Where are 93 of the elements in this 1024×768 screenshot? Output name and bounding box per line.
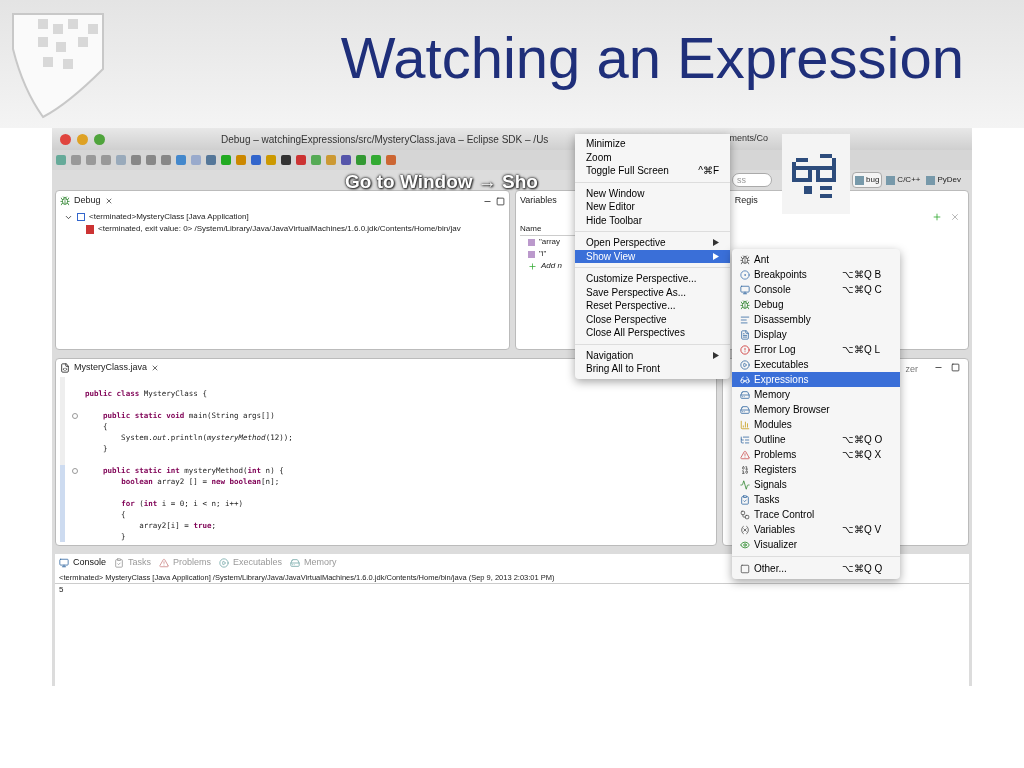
checklist-icon xyxy=(740,494,750,505)
zoom-button[interactable] xyxy=(94,133,105,145)
checklist-icon xyxy=(114,558,125,568)
close-icon[interactable] xyxy=(104,197,113,205)
add-expression[interactable]: Add n xyxy=(541,260,562,272)
menu-item[interactable]: Error Log ⌥⌘Q L xyxy=(732,342,900,357)
menu-item[interactable]: New Window xyxy=(575,186,730,200)
shortcut-label: ⌥⌘Q C xyxy=(842,283,883,297)
menu-item[interactable]: Customize Perspective... xyxy=(575,272,730,286)
menu-item[interactable]: Outline ⌥⌘Q O xyxy=(732,432,900,447)
menu-item[interactable]: New Editor xyxy=(575,200,730,214)
file-icon xyxy=(60,363,70,373)
menu-item[interactable]: Debug xyxy=(732,297,900,312)
dots-icon xyxy=(740,269,750,280)
menu-item[interactable]: Close All Perspectives xyxy=(575,326,730,340)
monitor-icon xyxy=(740,284,750,295)
play-icon xyxy=(219,558,230,568)
perspective-button[interactable]: PyDev xyxy=(924,172,964,188)
tree-icon xyxy=(740,434,750,445)
monitor-icon xyxy=(59,558,69,568)
glasses-icon xyxy=(740,374,750,385)
plus-icon[interactable] xyxy=(932,212,942,222)
shortcut-label: ⌥⌘Q O xyxy=(842,433,884,447)
alert-icon xyxy=(740,344,750,355)
tree-item[interactable]: <terminated, exit value: 0> /System/Library/Java/JavaVirtualMachines/1.6.0.jdk/Contents/Home/bin/jav xyxy=(98,223,461,235)
bug-icon xyxy=(60,196,70,206)
menu-item[interactable]: Show View xyxy=(575,249,730,263)
menu-item[interactable]: Zoom xyxy=(575,150,730,164)
menu-item[interactable]: Variables ⌥⌘Q V xyxy=(732,522,900,537)
shortcut-label: ⌥⌘Q B xyxy=(842,268,883,282)
shortcut-label: ^⌘F xyxy=(698,164,719,179)
workflow-icon xyxy=(740,509,750,520)
menu-item[interactable]: Trace Control xyxy=(732,507,900,522)
menu-item[interactable]: Ant xyxy=(732,252,900,267)
menu-item[interactable]: Signals xyxy=(732,477,900,492)
menu-item[interactable]: Reset Perspective... xyxy=(575,299,730,313)
menu-item[interactable]: Save Perspective As... xyxy=(575,285,730,299)
menu-item[interactable]: Bring All to Front xyxy=(575,362,730,376)
maximize-icon[interactable] xyxy=(496,196,505,206)
perspective-button[interactable]: C/C++ xyxy=(884,172,923,188)
menu-item[interactable]: Modules xyxy=(732,417,900,432)
bug-icon xyxy=(740,299,750,310)
annotation-text: Go to Window → Sho xyxy=(345,170,538,194)
menu-item[interactable]: Visualizer xyxy=(732,537,900,552)
menu-item[interactable]: Breakpoints ⌥⌘Q B xyxy=(732,267,900,282)
console-output: 5 xyxy=(58,584,65,597)
view-tab[interactable]: Console xyxy=(59,556,107,570)
menu-item[interactable]: Close Perspective xyxy=(575,312,730,326)
chart-icon xyxy=(740,419,750,430)
shortcut-label: ⌥⌘Q V xyxy=(842,523,883,537)
remove-icon[interactable] xyxy=(950,212,960,222)
warning-icon xyxy=(159,558,170,568)
view-tab[interactable]: Regis xyxy=(734,194,758,208)
expression-row[interactable]: "array xyxy=(539,236,561,248)
view-tab[interactable]: Debug xyxy=(60,194,113,208)
menu-item[interactable]: Disassembly xyxy=(732,312,900,327)
menu-item[interactable]: Display xyxy=(732,327,900,342)
editor-tab[interactable]: MysteryClass.java xyxy=(60,361,159,375)
document-icon xyxy=(740,329,750,340)
menu-item[interactable]: Registers xyxy=(732,462,900,477)
menu-item[interactable]: Expressions xyxy=(732,372,900,387)
perspective-button[interactable]: bug xyxy=(852,172,883,188)
close-button[interactable] xyxy=(60,133,71,145)
menu-item[interactable]: Minimize xyxy=(575,137,730,151)
window-title: ments/Co xyxy=(729,132,768,146)
minimize-button[interactable] xyxy=(77,133,88,145)
pulse-icon xyxy=(740,479,750,490)
menu-item[interactable]: Memory xyxy=(732,387,900,402)
view-tab[interactable]: Variables xyxy=(520,194,557,208)
plus-icon xyxy=(528,261,537,271)
shortcut-label: ⌥⌘Q L xyxy=(842,343,882,357)
close-icon[interactable] xyxy=(151,364,159,372)
menu-item[interactable]: Console ⌥⌘Q C xyxy=(732,282,900,297)
view-tab[interactable]: zer xyxy=(905,363,918,377)
shortcut-label: ⌥⌘Q X xyxy=(842,448,883,462)
lines-icon xyxy=(740,314,750,325)
bug-icon xyxy=(740,254,750,265)
play-icon xyxy=(740,359,750,370)
binary-icon xyxy=(740,464,750,475)
menu-item[interactable]: Problems ⌥⌘Q X xyxy=(732,447,900,462)
submenu-arrow-icon xyxy=(713,351,719,359)
menu-item[interactable]: Navigation xyxy=(575,348,730,362)
eye-icon xyxy=(740,539,750,550)
menu-item[interactable]: Memory Browser xyxy=(732,402,900,417)
menu-item[interactable]: Toggle Full Screen ^⌘F xyxy=(575,164,730,178)
menu-item[interactable]: Open Perspective xyxy=(575,236,730,250)
menu-item[interactable]: Tasks xyxy=(732,492,900,507)
tree-item[interactable]: <terminated>MysteryClass [Java Application] xyxy=(89,211,249,223)
warning-icon xyxy=(740,449,750,460)
window-title: Debug – watchingExpressions/src/MysteryClass.java – Eclipse SDK – /Us xyxy=(221,132,549,147)
maximize-icon[interactable] xyxy=(951,363,960,372)
expression-row[interactable]: "i" xyxy=(539,248,547,260)
menu-item[interactable]: Executables xyxy=(732,357,900,372)
